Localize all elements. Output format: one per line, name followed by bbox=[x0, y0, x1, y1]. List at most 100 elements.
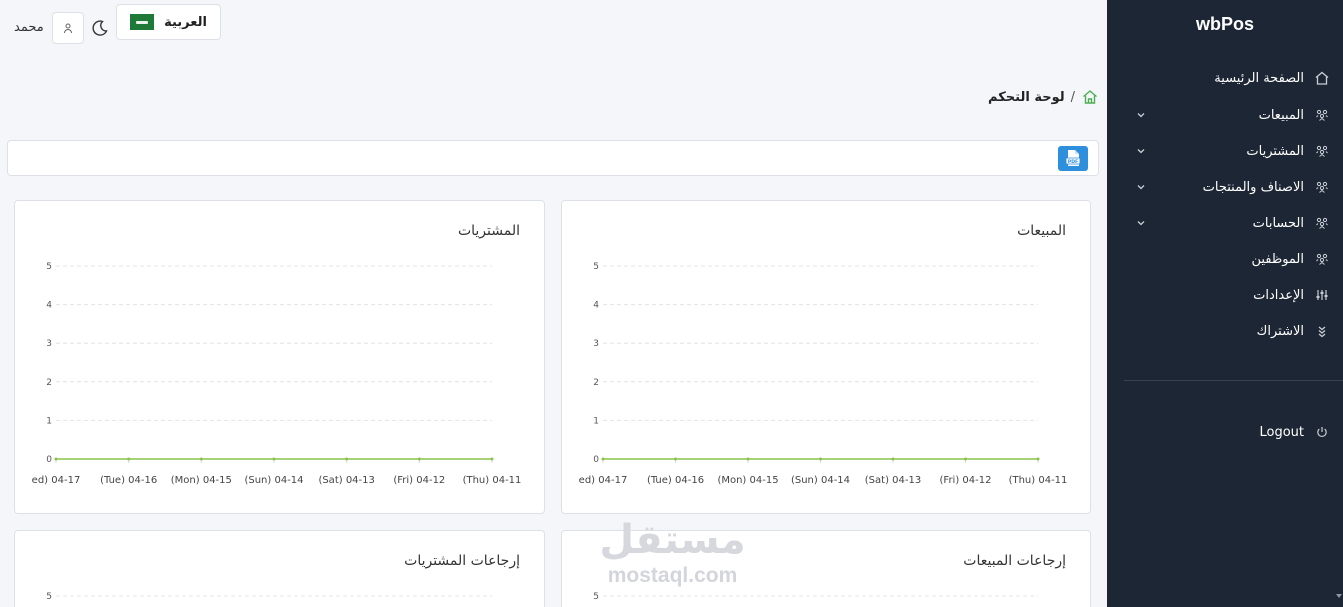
data-point bbox=[1036, 457, 1040, 461]
y-tick-label: 3 bbox=[593, 339, 599, 349]
data-point bbox=[54, 457, 58, 461]
y-tick-label: 0 bbox=[593, 455, 599, 465]
purchases-line-chart: 0 1 2 3 4 5 ed) 04-17 (Tue) 04-16 (Mon) 04-15 (Su… bbox=[32, 262, 522, 486]
y-tick-label: 2 bbox=[46, 378, 52, 388]
export-toolbar: PDF bbox=[7, 140, 1099, 176]
brand-logo[interactable]: wbPos bbox=[1107, 14, 1343, 35]
y-tick-label: 1 bbox=[46, 416, 52, 426]
chevron-down-icon bbox=[1137, 185, 1145, 190]
language-label: العربية bbox=[164, 14, 207, 30]
home-icon[interactable] bbox=[1081, 88, 1099, 106]
y-tick-label: 5 bbox=[593, 262, 599, 272]
data-point bbox=[964, 457, 967, 461]
x-tick-label: (Mon) 04-15 bbox=[171, 475, 232, 486]
logout-button[interactable]: Logout bbox=[1107, 414, 1343, 450]
power-icon bbox=[1314, 424, 1330, 440]
y-tick-label: 2 bbox=[593, 378, 599, 388]
y-tick-label: 4 bbox=[593, 301, 599, 311]
data-point bbox=[891, 457, 895, 461]
data-point bbox=[127, 457, 131, 461]
sidebar-item-label: المبيعات bbox=[1258, 107, 1304, 123]
sidebar-item-label: الصفحة الرئيسية bbox=[1214, 70, 1304, 86]
sales-line-chart: 0 1 2 3 4 5 ed) 04-17 (Tue) 04-16 (Mon) 04-15 (Su… bbox=[579, 262, 1068, 486]
y-tick-label: 1 bbox=[593, 416, 599, 426]
x-tick-label: ed) 04-17 bbox=[32, 475, 81, 486]
svg-text:PDF: PDF bbox=[1068, 159, 1078, 165]
users-icon bbox=[1314, 179, 1330, 195]
user-icon bbox=[64, 23, 72, 34]
sliders-icon bbox=[1314, 287, 1330, 303]
sidebar-item-purchases[interactable]: المشتريات bbox=[1107, 133, 1343, 169]
y-tick-label: 0 bbox=[46, 455, 52, 465]
scrollbar-arrow-down[interactable] bbox=[1336, 594, 1342, 598]
data-point bbox=[674, 457, 677, 461]
sidebar-item-label: المشتريات bbox=[1246, 143, 1304, 159]
y-tick-label: 5 bbox=[593, 592, 599, 602]
y-tick-label: 5 bbox=[46, 262, 52, 272]
avatar[interactable] bbox=[52, 12, 84, 44]
data-point bbox=[746, 457, 750, 461]
sales-chart-card: المبيعات 0 1 2 3 4 5 ed) 04-17 (Tue) 04-16 (Mon)… bbox=[561, 200, 1091, 514]
sidebar-item-settings[interactable]: الإعدادات bbox=[1107, 277, 1343, 313]
sidebar-item-products[interactable]: الاصناف والمنتجات bbox=[1107, 169, 1343, 205]
sidebar-item-label: الاصناف والمنتجات bbox=[1202, 179, 1304, 195]
x-tick-label: (Tue) 04-16 bbox=[100, 475, 157, 486]
x-tick-label: (Fri) 04-12 bbox=[940, 475, 992, 486]
x-tick-label: (Sat) 04-13 bbox=[865, 475, 921, 486]
purchases-returns-chart-card: إرجاعات المشتريات 5 bbox=[14, 530, 545, 607]
x-tick-label: (Mon) 04-15 bbox=[717, 475, 778, 486]
sidebar-item-label: الإعدادات bbox=[1253, 287, 1304, 303]
saudi-flag-icon bbox=[130, 14, 155, 30]
sidebar-item-home[interactable]: الصفحة الرئيسية bbox=[1107, 60, 1343, 96]
sidebar-item-accounts[interactable]: الحسابات bbox=[1107, 205, 1343, 241]
pdf-file-icon: PDF bbox=[1065, 150, 1081, 166]
x-tick-label: (Sun) 04-14 bbox=[244, 475, 303, 486]
username[interactable]: محمد bbox=[14, 20, 44, 35]
sidebar-item-label: الحسابات bbox=[1252, 215, 1304, 231]
chevrons-down-icon bbox=[1314, 323, 1330, 339]
chevron-down-icon bbox=[1137, 221, 1145, 226]
chevron-down-icon bbox=[1137, 113, 1145, 118]
sidebar-item-employees[interactable]: الموظفين bbox=[1107, 241, 1343, 277]
page-title: لوحة التحكم bbox=[988, 89, 1065, 105]
data-point bbox=[601, 457, 605, 461]
users-icon bbox=[1314, 107, 1330, 123]
purchases-chart-card: المشتريات 0 1 2 3 4 5 ed) 04-17 (Tue) 04-16 (Mon… bbox=[14, 200, 545, 514]
x-tick-label: (Thu) 04-11 bbox=[463, 475, 522, 486]
y-tick-label: 4 bbox=[46, 301, 52, 311]
users-icon bbox=[1314, 215, 1330, 231]
home-icon bbox=[1314, 70, 1330, 86]
logout-label: Logout bbox=[1259, 424, 1304, 440]
sidebar-divider bbox=[1124, 380, 1343, 381]
users-icon bbox=[1314, 251, 1330, 267]
data-point bbox=[272, 457, 276, 461]
data-point bbox=[199, 457, 203, 461]
data-point bbox=[417, 457, 421, 461]
x-tick-label: (Sun) 04-14 bbox=[791, 475, 850, 486]
sidebar-item-label: الموظفين bbox=[1251, 251, 1304, 267]
y-tick-label: 3 bbox=[46, 339, 52, 349]
sales-returns-chart-card: إرجاعات المبيعات 5 bbox=[561, 530, 1091, 607]
export-pdf-button[interactable]: PDF bbox=[1058, 146, 1088, 171]
x-tick-label: (Sat) 04-13 bbox=[318, 475, 374, 486]
purchases-returns-line-chart: 5 bbox=[46, 592, 492, 602]
sidebar-item-subscription[interactable]: الاشتراك bbox=[1107, 313, 1343, 349]
breadcrumb: / لوحة التحكم bbox=[988, 88, 1099, 106]
breadcrumb-separator: / bbox=[1070, 89, 1075, 105]
x-tick-label: (Thu) 04-11 bbox=[1009, 475, 1068, 486]
data-point bbox=[345, 457, 349, 461]
data-point bbox=[819, 457, 822, 461]
sidebar: wbPos الصفحة الرئيسية المبيعات المشتريات… bbox=[1107, 0, 1343, 607]
users-icon bbox=[1314, 143, 1330, 159]
sidebar-item-sales[interactable]: المبيعات bbox=[1107, 97, 1343, 133]
x-tick-label: ed) 04-17 bbox=[579, 475, 628, 486]
sales-returns-line-chart: 5 bbox=[593, 592, 1038, 602]
sidebar-item-label: الاشتراك bbox=[1256, 323, 1304, 339]
x-tick-label: (Fri) 04-12 bbox=[393, 475, 445, 486]
chevron-down-icon bbox=[1137, 149, 1145, 154]
x-tick-label: (Tue) 04-16 bbox=[647, 475, 704, 486]
data-point bbox=[490, 457, 494, 461]
language-switcher[interactable]: العربية bbox=[116, 4, 221, 40]
moon-icon[interactable] bbox=[91, 19, 109, 37]
y-tick-label: 5 bbox=[46, 592, 52, 602]
